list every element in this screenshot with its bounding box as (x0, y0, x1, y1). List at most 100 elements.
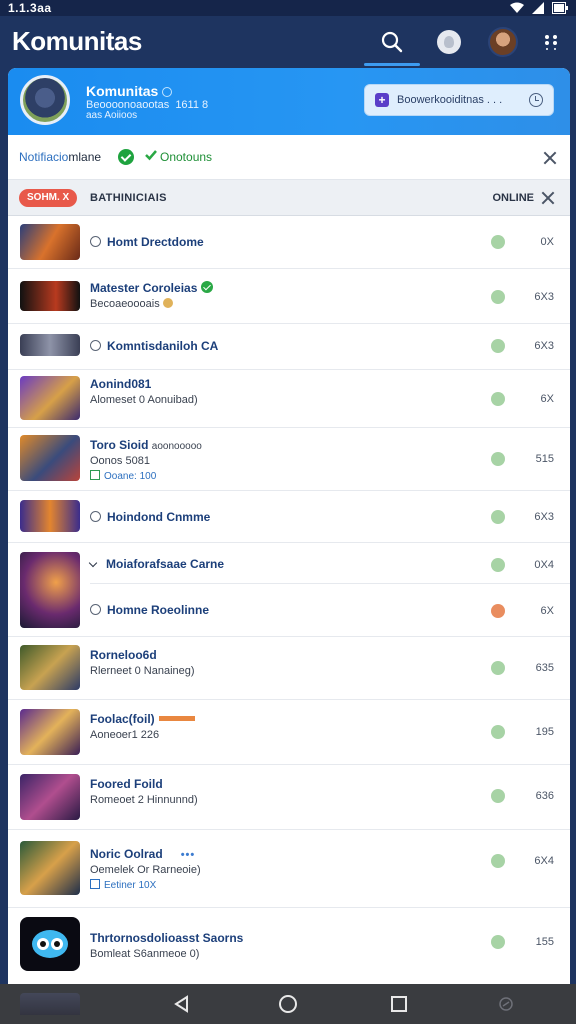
back-triangle-icon (174, 995, 188, 1013)
close-notification-icon[interactable] (543, 151, 557, 165)
list-item[interactable]: Komntisdaniloh CA 6X3 (8, 324, 570, 370)
game-thumbnail (20, 841, 80, 895)
divider (90, 583, 570, 584)
wifi-icon (510, 2, 524, 13)
member-count: 6X (540, 393, 554, 405)
list-item[interactable]: Homt Drectdome 0X (8, 216, 570, 269)
online-status-icon (491, 392, 505, 406)
menu-button[interactable] (533, 24, 569, 60)
member-count: 636 (535, 790, 554, 802)
member-count: 0X4 (534, 559, 554, 571)
profile-name: Komunitas (86, 83, 173, 99)
list-item[interactable]: Thrtornosdolioasst Saorns Bomleat S6anme… (8, 908, 570, 984)
list-item-title: Thrtornosdolioasst Saorns (90, 931, 244, 945)
profile-avatar-button[interactable] (485, 24, 521, 60)
list-item-title: Komntisdaniloh CA (90, 339, 218, 353)
radio-icon (90, 236, 101, 247)
close-list-icon[interactable] (541, 191, 555, 205)
search-tab-indicator (364, 63, 420, 66)
notification-bar: Notifiaciomlane Onotouns (8, 135, 570, 180)
online-status-icon (491, 290, 505, 304)
online-status-icon (491, 661, 505, 675)
verified-icon (162, 87, 173, 98)
list-item[interactable]: Toro Sioid aoonooooo Oonos 5081 Ooane: 1… (8, 428, 570, 491)
online-status-icon (491, 725, 505, 739)
online-status-icon (491, 235, 505, 249)
notification-label: Notifiaciomlane (19, 150, 102, 164)
game-thumbnail (20, 435, 80, 481)
game-thumbnail (20, 709, 80, 755)
app-title: Komunitas (12, 26, 142, 56)
assistant-button[interactable] (494, 992, 518, 1016)
peek-thumbnail (20, 993, 80, 1015)
list-item-title[interactable]: Moiaforafsaae Carne (88, 557, 224, 571)
member-count: 155 (535, 936, 554, 948)
game-thumbnail (20, 224, 80, 260)
app-logo-icon (32, 930, 68, 958)
list-item[interactable]: Foolac(foil) Aoneoer1 226 195 (8, 700, 570, 765)
game-thumbnail (20, 500, 80, 532)
back-button[interactable] (170, 992, 194, 1016)
list-item-title: Homt Drectdome (90, 235, 204, 249)
notification-button[interactable] (431, 24, 467, 60)
member-count: 6X3 (534, 511, 554, 523)
list-item[interactable]: Matester Coroleias Becoaeoooais 6X3 (8, 269, 570, 324)
list-item-extra: Ooane: 100 (90, 470, 202, 482)
game-thumbnail (20, 917, 80, 971)
list-item-title: Rorneloo6d (90, 648, 157, 662)
status-icons (510, 0, 568, 16)
plus-icon: + (375, 93, 389, 107)
status-time: 1.1.3aa (8, 1, 52, 15)
profile-banner: Komunitas Beoooonoaootas 1611 8 aas Aoii… (8, 68, 570, 135)
profile-meta: aas Aoiioos (86, 110, 138, 121)
list-item-title: Matester Coroleias (90, 281, 214, 295)
list-item-title: Foored Foild (90, 777, 163, 791)
online-status-icon (491, 604, 505, 618)
search-button[interactable] (374, 24, 410, 60)
online-label: ONLINE (492, 192, 534, 204)
game-thumbnail (20, 334, 80, 356)
list-item-title: Foolac(foil) (90, 712, 195, 726)
online-status-icon (491, 935, 505, 949)
more-dots-icon: ••• (180, 849, 196, 861)
game-thumbnail (20, 645, 80, 690)
member-count: 6X (540, 605, 554, 617)
list-item-subtitle: Becoaeoooais (90, 298, 213, 310)
list-item-subtitle: Romeoet 2 Hinnunnd) (90, 794, 198, 806)
list-item[interactable]: Noric Oolrad ••• Oemelek Or Rarneoie) Eet… (8, 830, 570, 908)
bookmark-action-label: Boowerkooiditnas . . . (397, 94, 503, 106)
bookmark-action-button[interactable]: + Boowerkooiditnas . . . (364, 84, 554, 116)
radio-icon (90, 604, 101, 615)
battery-icon (552, 2, 568, 14)
search-icon (381, 31, 403, 53)
verified-icon (201, 281, 214, 293)
member-count: 0X (540, 236, 554, 248)
game-thumbnail (20, 281, 80, 311)
avatar (488, 27, 518, 57)
list-item-title: Noric Oolrad ••• (90, 847, 196, 861)
list-item[interactable]: Hoindond Cnmme 6X3 (8, 491, 570, 543)
list-item[interactable]: Aonind081 Alomeset 0 Aonuibad) 6X (8, 370, 570, 428)
online-status-icon (491, 510, 505, 524)
member-count: 515 (535, 453, 554, 465)
online-status-icon (491, 452, 505, 466)
list-item-title[interactable]: Homne Roeolinne (90, 603, 209, 617)
signal-icon (532, 2, 544, 14)
list-item-subtitle: Aoneoer1 226 (90, 729, 160, 741)
badge-icon (437, 30, 461, 54)
profile-avatar[interactable] (20, 75, 70, 125)
member-count: 6X3 (534, 340, 554, 352)
list-item-subtitle: Alomeset 0 Aonuibad) (90, 394, 198, 406)
recent-apps-button[interactable] (387, 992, 411, 1016)
online-status-icon (491, 854, 505, 868)
filter-tag[interactable]: SOHM. X (19, 189, 78, 207)
list-item[interactable]: Rorneloo6d Rlerneet 0 Nanaineg) 635 (8, 637, 570, 700)
list-item[interactable]: Foored Foild Romeoet 2 Hinnunnd) 636 (8, 765, 570, 830)
radio-icon (90, 511, 101, 522)
home-button[interactable] (276, 992, 300, 1016)
check-icon (145, 150, 157, 161)
list-group[interactable]: Moiaforafsaae Carne 0X4 Homne Roeolinne … (8, 543, 570, 637)
online-status-icon (491, 558, 505, 572)
notification-status: Onotouns (160, 150, 213, 164)
status-bar: 1.1.3aa (0, 0, 576, 16)
